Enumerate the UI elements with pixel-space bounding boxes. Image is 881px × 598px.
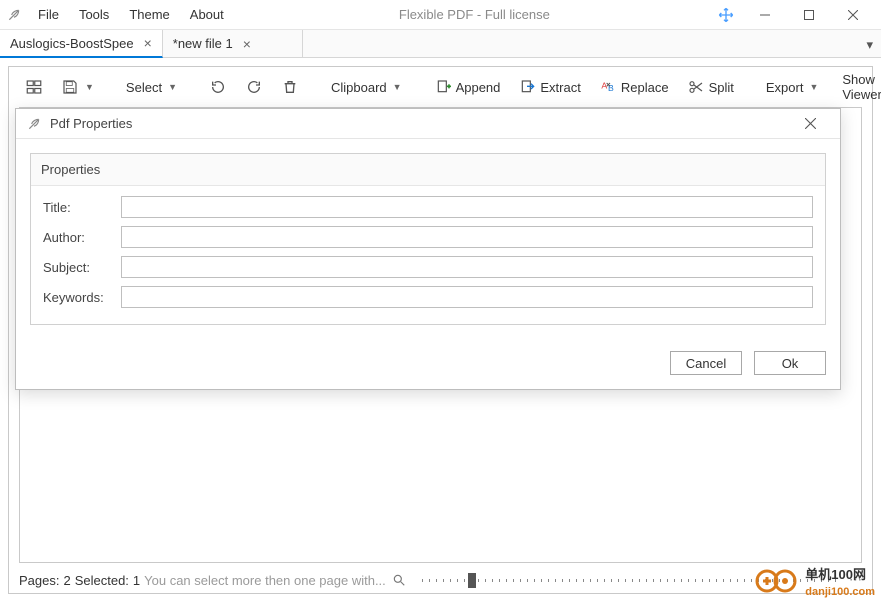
zoom-slider[interactable] <box>422 579 841 582</box>
move-window-icon[interactable] <box>717 6 735 24</box>
app-feather-icon <box>6 7 22 23</box>
show-viewer-label: Show Viewer <box>842 72 881 102</box>
window-title: Flexible PDF - Full license <box>232 7 717 22</box>
menu-theme[interactable]: Theme <box>121 3 177 26</box>
tab-auslogics[interactable]: Auslogics-BoostSpee × <box>0 30 163 58</box>
tab-label: Auslogics-BoostSpee <box>10 36 134 51</box>
close-window-button[interactable] <box>831 0 875 30</box>
title-field[interactable] <box>121 196 813 218</box>
chevron-down-icon: ▼ <box>168 82 177 92</box>
rotate-right-icon <box>245 78 263 96</box>
chevron-down-icon: ▼ <box>393 82 402 92</box>
titlebar: File Tools Theme About Flexible PDF - Fu… <box>0 0 881 30</box>
statusbar: Pages: 2 Selected: 1 You can select more… <box>9 567 872 593</box>
document-tabs: Auslogics-BoostSpee × *new file 1 × ▾ <box>0 30 881 58</box>
replace-icon: AB <box>599 78 617 96</box>
save-icon <box>61 78 79 96</box>
properties-group-title: Properties <box>31 154 825 186</box>
menu-tools[interactable]: Tools <box>71 3 117 26</box>
toolbar: ▼ Select ▼ Clipboard ▼ Append Extract AB Re… <box>9 67 872 107</box>
maximize-button[interactable] <box>787 0 831 30</box>
keywords-label: Keywords: <box>43 290 113 305</box>
export-label: Export <box>766 80 804 95</box>
select-dropdown[interactable]: Select ▼ <box>120 76 183 99</box>
rotate-left-button[interactable] <box>203 74 233 100</box>
title-label: Title: <box>43 200 113 215</box>
split-button[interactable]: Split <box>681 74 740 100</box>
extract-icon <box>518 78 536 96</box>
tab-label: *new file 1 <box>173 36 233 51</box>
save-button[interactable]: ▼ <box>55 74 100 100</box>
magnify-icon[interactable] <box>390 571 408 589</box>
open-icon <box>25 78 43 96</box>
tab-close-icon[interactable]: × <box>144 35 152 51</box>
dialog-title: Pdf Properties <box>50 116 790 131</box>
extract-label: Extract <box>540 80 580 95</box>
open-file-button[interactable] <box>19 74 49 100</box>
show-viewer-button[interactable]: Show Viewer <box>836 68 881 106</box>
clipboard-dropdown[interactable]: Clipboard ▼ <box>325 76 408 99</box>
tab-overflow-icon[interactable]: ▾ <box>866 37 873 53</box>
delete-button[interactable] <box>275 74 305 100</box>
scissors-icon <box>687 78 705 96</box>
replace-button[interactable]: AB Replace <box>593 74 675 100</box>
tab-close-icon[interactable]: × <box>243 36 251 52</box>
dialog-titlebar[interactable]: Pdf Properties <box>16 109 840 139</box>
ok-button[interactable]: Ok <box>754 351 826 375</box>
replace-label: Replace <box>621 80 669 95</box>
menu-file[interactable]: File <box>30 3 67 26</box>
selected-count: 1 <box>133 573 140 588</box>
subject-label: Subject: <box>43 260 113 275</box>
chevron-down-icon: ▼ <box>85 82 94 92</box>
author-label: Author: <box>43 230 113 245</box>
append-icon <box>434 78 452 96</box>
select-label: Select <box>126 80 162 95</box>
dialog-close-button[interactable] <box>790 109 830 139</box>
clipboard-label: Clipboard <box>331 80 387 95</box>
cancel-button[interactable]: Cancel <box>670 351 742 375</box>
chevron-down-icon: ▼ <box>809 82 818 92</box>
menu-about[interactable]: About <box>182 3 232 26</box>
extract-button[interactable]: Extract <box>512 74 586 100</box>
export-dropdown[interactable]: Export ▼ <box>760 76 825 99</box>
append-label: Append <box>456 80 501 95</box>
status-hint: You can select more then one page with..… <box>144 573 386 588</box>
main-menu: File Tools Theme About <box>30 3 232 26</box>
window-controls <box>743 0 875 30</box>
tab-new-file[interactable]: *new file 1 × <box>163 30 303 57</box>
rotate-right-button[interactable] <box>239 74 269 100</box>
pages-count: 2 <box>63 573 70 588</box>
zoom-more-icon[interactable]: ⋯ <box>849 572 862 588</box>
minimize-button[interactable] <box>743 0 787 30</box>
trash-icon <box>281 78 299 96</box>
rotate-left-icon <box>209 78 227 96</box>
dialog-feather-icon <box>26 116 42 132</box>
zoom-thumb[interactable] <box>468 573 476 588</box>
selected-label: Selected: <box>75 573 129 588</box>
properties-group: Properties Title: Author: Subject: Keywo… <box>30 153 826 325</box>
append-button[interactable]: Append <box>428 74 507 100</box>
subject-field[interactable] <box>121 256 813 278</box>
svg-text:A: A <box>601 80 607 90</box>
pdf-properties-dialog: Pdf Properties Properties Title: Author:… <box>15 108 841 390</box>
author-field[interactable] <box>121 226 813 248</box>
split-label: Split <box>709 80 734 95</box>
keywords-field[interactable] <box>121 286 813 308</box>
pages-label: Pages: <box>19 573 59 588</box>
